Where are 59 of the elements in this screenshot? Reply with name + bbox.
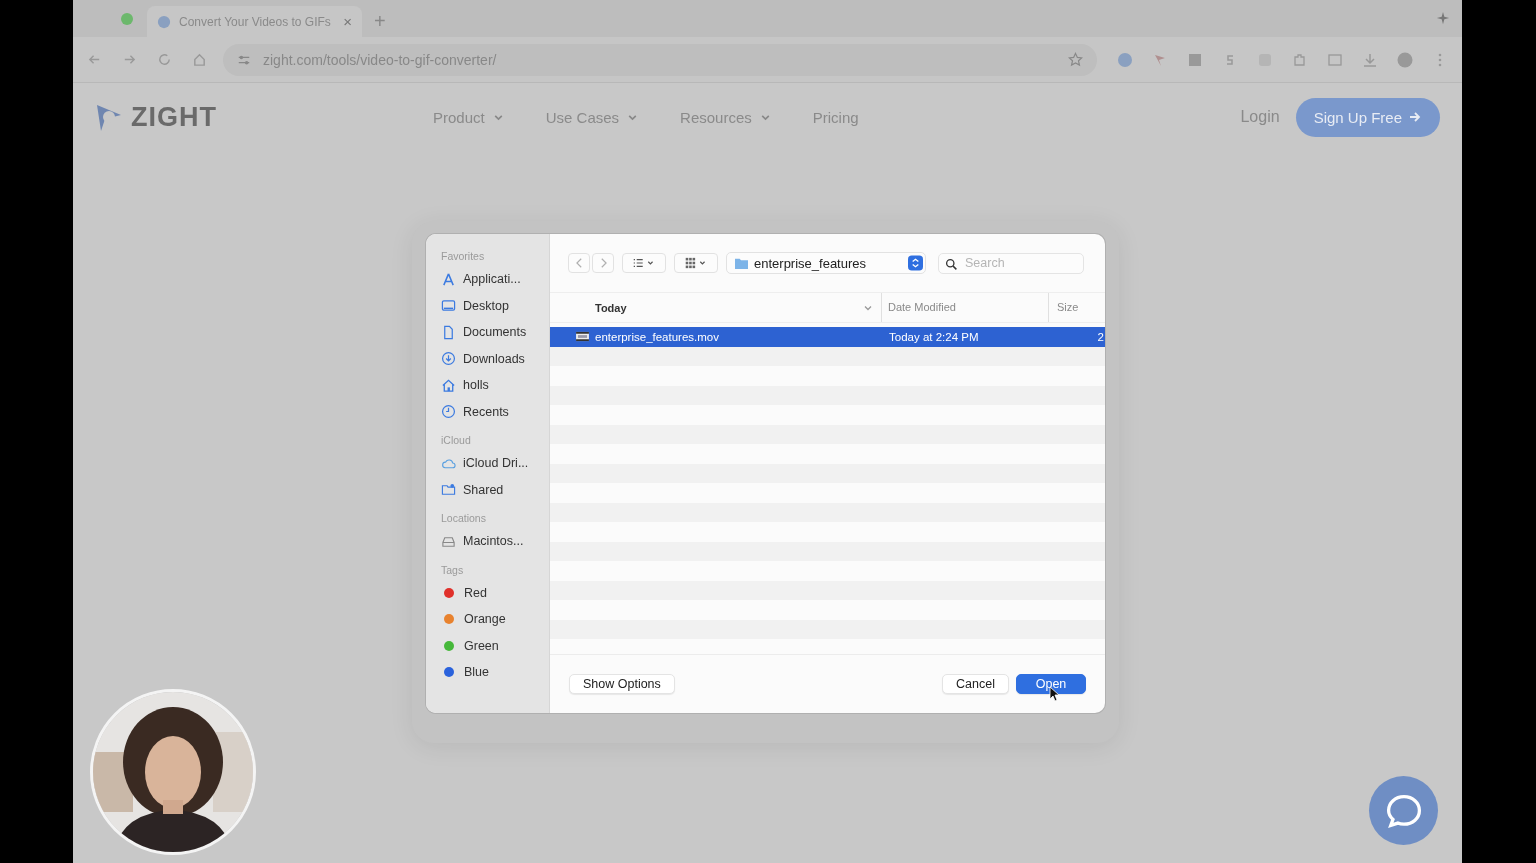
section-heading: iCloud bbox=[441, 434, 472, 447]
tab-search-icon[interactable] bbox=[1327, 51, 1343, 68]
grid-view-button[interactable] bbox=[674, 253, 718, 273]
video-file-icon bbox=[575, 331, 590, 343]
sidebar-item[interactable]: Red bbox=[441, 579, 549, 606]
search-icon bbox=[945, 257, 958, 271]
open-button[interactable]: Open bbox=[1016, 674, 1086, 694]
sidebar-item[interactable]: Green bbox=[441, 632, 549, 659]
sparkle-icon[interactable] bbox=[1436, 11, 1450, 25]
tab-title: Convert Your Videos to GIFs bbox=[179, 14, 332, 29]
sidebar-item[interactable]: Blue bbox=[441, 659, 549, 686]
sidebar-item[interactable]: Macintos... bbox=[441, 528, 549, 555]
extension-icon[interactable] bbox=[1117, 51, 1133, 68]
list-view-button[interactable] bbox=[622, 253, 666, 273]
sidebar-item[interactable]: Desktop bbox=[441, 292, 549, 319]
window-control-icon[interactable] bbox=[121, 12, 133, 25]
logo-icon bbox=[157, 14, 171, 29]
file-date: Today at 2:24 PM bbox=[889, 330, 980, 343]
file-name: enterprise_features.mov bbox=[595, 330, 720, 343]
column-header[interactable]: Date Modified bbox=[881, 293, 1048, 322]
cancel-button[interactable]: Cancel bbox=[942, 674, 1009, 694]
sidebar-item[interactable]: Downloads bbox=[441, 345, 549, 372]
section-heading: Tags bbox=[441, 563, 465, 577]
sidebar-item[interactable]: iCloud Dri... bbox=[441, 450, 549, 477]
desktop-icon bbox=[441, 298, 456, 314]
section-heading: Favorites bbox=[441, 250, 486, 263]
sidebar-item[interactable]: Applicati... bbox=[441, 266, 549, 293]
forward-button[interactable] bbox=[592, 253, 614, 273]
arrow-right-icon bbox=[1408, 110, 1422, 124]
home-icon bbox=[441, 377, 456, 393]
column-header[interactable]: Size bbox=[1048, 293, 1079, 322]
section-heading: Locations bbox=[441, 512, 487, 525]
folder-icon bbox=[734, 256, 749, 270]
puzzle-icon[interactable] bbox=[1292, 51, 1308, 68]
reload-icon[interactable] bbox=[157, 52, 172, 67]
avatar-icon[interactable] bbox=[1397, 51, 1413, 68]
sidebar-item[interactable]: Orange bbox=[441, 606, 549, 633]
stepper-icon bbox=[908, 255, 923, 271]
document-icon bbox=[441, 324, 456, 340]
extension-icon[interactable] bbox=[1187, 51, 1203, 68]
column-header[interactable]: Today bbox=[595, 301, 863, 314]
file-size: 2 bbox=[1097, 330, 1104, 343]
star-icon[interactable] bbox=[1068, 52, 1083, 67]
download-icon bbox=[441, 351, 456, 367]
sidebar-item[interactable]: Shared bbox=[441, 476, 549, 503]
apps-icon bbox=[441, 271, 456, 287]
chevron-left-icon bbox=[574, 257, 584, 269]
clock-icon bbox=[441, 404, 456, 420]
folder-dropdown[interactable]: enterprise_features bbox=[726, 252, 926, 274]
home-icon[interactable] bbox=[192, 52, 207, 67]
back-button[interactable] bbox=[568, 253, 590, 273]
show-options-button[interactable]: Show Options bbox=[569, 674, 675, 694]
sidebar-item[interactable]: Documents bbox=[441, 319, 549, 346]
search-field[interactable]: Search bbox=[938, 252, 1084, 274]
download-icon[interactable] bbox=[1362, 51, 1378, 68]
file-row[interactable]: enterprise_features.mov Today at 2:24 PM 2 bbox=[550, 327, 1105, 347]
sidebar-item[interactable]: holls bbox=[441, 372, 549, 399]
sidebar-item[interactable]: Recents bbox=[441, 398, 549, 425]
shared-folder-icon bbox=[441, 482, 456, 498]
